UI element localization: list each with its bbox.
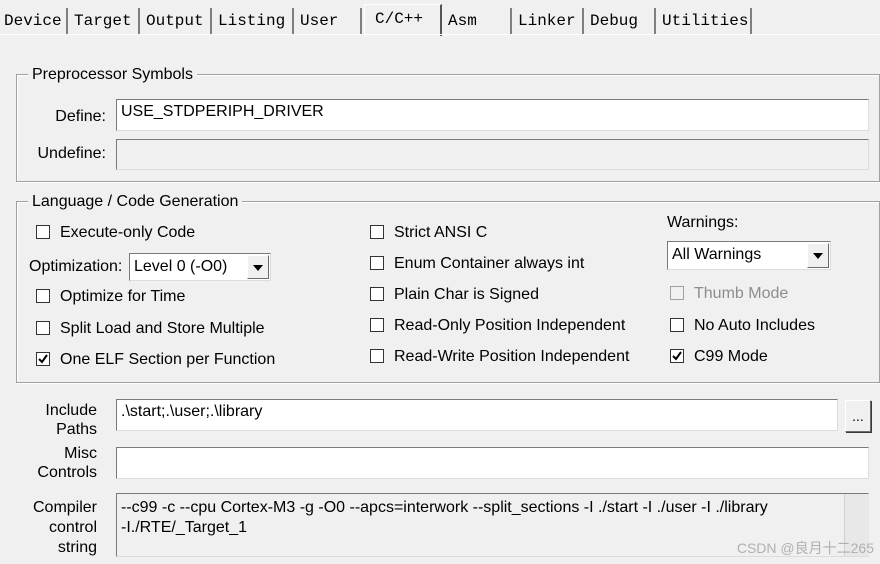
- rw-pi-checkbox[interactable]: Read-Write Position Independent: [370, 348, 650, 368]
- optimization-value: Level 0 (-O0): [134, 258, 228, 275]
- tab-device[interactable]: Device: [0, 8, 68, 34]
- ro-pi-label: Read-Only Position Independent: [394, 317, 626, 334]
- tab-utilities[interactable]: Utilities: [658, 8, 752, 34]
- checkbox-box: [36, 225, 50, 239]
- define-label: Define:: [55, 108, 106, 125]
- misc-label-line1: Misc: [64, 445, 97, 462]
- tab-cpp[interactable]: C/C++: [364, 4, 442, 36]
- checkbox-box: [670, 286, 684, 300]
- tab-asm[interactable]: Asm: [444, 8, 512, 34]
- optimize-time-checkbox[interactable]: Optimize for Time: [36, 288, 236, 308]
- tab-strip: Device Target Output Listing User C/C++ …: [0, 0, 880, 36]
- split-load-checkbox[interactable]: Split Load and Store Multiple: [36, 320, 296, 340]
- rw-pi-label: Read-Write Position Independent: [394, 348, 630, 365]
- execute-only-label: Execute-only Code: [60, 224, 196, 241]
- strict-ansi-label: Strict ANSI C: [394, 224, 488, 241]
- checkbox-box: [36, 321, 50, 335]
- no-auto-includes-checkbox[interactable]: No Auto Includes: [670, 317, 870, 337]
- checkbox-box: [370, 225, 384, 239]
- optimization-select[interactable]: Level 0 (-O0): [129, 253, 271, 281]
- plain-char-label: Plain Char is Signed: [394, 286, 539, 303]
- compiler-string-line1: --c99 -c --cpu Cortex-M3 -g -O0 --apcs=i…: [121, 499, 768, 516]
- language-title: Language / Code Generation: [28, 193, 243, 211]
- checkbox-box: [36, 352, 50, 366]
- tab-baseline: [0, 34, 880, 35]
- plain-char-checkbox[interactable]: Plain Char is Signed: [370, 286, 590, 306]
- thumb-mode-label: Thumb Mode: [694, 285, 789, 302]
- misc-label-line2: Controls: [37, 464, 97, 481]
- include-paths-label: Include Paths: [20, 401, 97, 439]
- warnings-value: All Warnings: [672, 246, 762, 263]
- strict-ansi-checkbox[interactable]: Strict ANSI C: [370, 224, 570, 244]
- browse-include-button[interactable]: ...: [845, 400, 871, 432]
- checkbox-box: [370, 287, 384, 301]
- thumb-mode-checkbox[interactable]: Thumb Mode: [670, 285, 850, 305]
- warnings-label: Warnings:: [667, 214, 739, 231]
- optimization-label: Optimization:: [29, 258, 123, 275]
- compiler-label-line3: string: [57, 539, 97, 556]
- checkbox-box: [370, 318, 384, 332]
- include-label-line2: Paths: [56, 421, 97, 438]
- optimize-time-label: Optimize for Time: [60, 288, 186, 305]
- preprocessor-title: Preprocessor Symbols: [28, 66, 197, 84]
- compiler-label-line2: control: [48, 519, 97, 536]
- enum-container-label: Enum Container always int: [394, 255, 585, 272]
- check-mark-icon: [672, 351, 682, 361]
- define-input[interactable]: USE_STDPERIPH_DRIVER: [116, 99, 869, 131]
- misc-controls-input[interactable]: [116, 447, 869, 479]
- c99-mode-label: C99 Mode: [694, 348, 768, 365]
- checkbox-box: [670, 349, 684, 363]
- undefine-input[interactable]: [116, 139, 869, 170]
- tab-debug[interactable]: Debug: [586, 8, 656, 34]
- chevron-down-icon[interactable]: [807, 243, 829, 268]
- misc-controls-label: Misc Controls: [20, 444, 97, 482]
- watermark-text: CSDN @良月十二265: [736, 540, 874, 556]
- checkbox-box: [36, 289, 50, 303]
- chevron-down-icon[interactable]: [247, 255, 269, 279]
- undefine-label: Undefine:: [37, 145, 107, 162]
- include-paths-input[interactable]: .\start;.\user;.\library: [116, 399, 838, 431]
- compiler-control-label: Compiler control string: [20, 498, 97, 558]
- one-elf-checkbox[interactable]: One ELF Section per Function: [36, 351, 316, 371]
- tab-listing[interactable]: Listing: [214, 8, 294, 34]
- one-elf-label: One ELF Section per Function: [60, 351, 276, 368]
- no-auto-includes-label: No Auto Includes: [694, 317, 815, 334]
- tab-target[interactable]: Target: [70, 8, 140, 34]
- c99-mode-checkbox[interactable]: C99 Mode: [670, 348, 850, 368]
- compiler-string-line2: -I./RTE/_Target_1: [121, 519, 247, 536]
- split-load-label: Split Load and Store Multiple: [60, 320, 265, 337]
- execute-only-checkbox[interactable]: Execute-only Code: [36, 224, 236, 244]
- checkbox-box: [370, 256, 384, 270]
- warnings-select[interactable]: All Warnings: [667, 241, 831, 270]
- checkbox-box: [670, 318, 684, 332]
- check-mark-icon: [38, 354, 48, 364]
- checkbox-box: [370, 349, 384, 363]
- tab-user[interactable]: User: [296, 8, 362, 34]
- ro-pi-checkbox[interactable]: Read-Only Position Independent: [370, 317, 650, 337]
- compiler-label-line1: Compiler: [32, 499, 97, 516]
- tab-linker[interactable]: Linker: [514, 8, 584, 34]
- tab-output[interactable]: Output: [142, 8, 212, 34]
- enum-container-checkbox[interactable]: Enum Container always int: [370, 255, 630, 275]
- include-label-line1: Include: [45, 402, 97, 419]
